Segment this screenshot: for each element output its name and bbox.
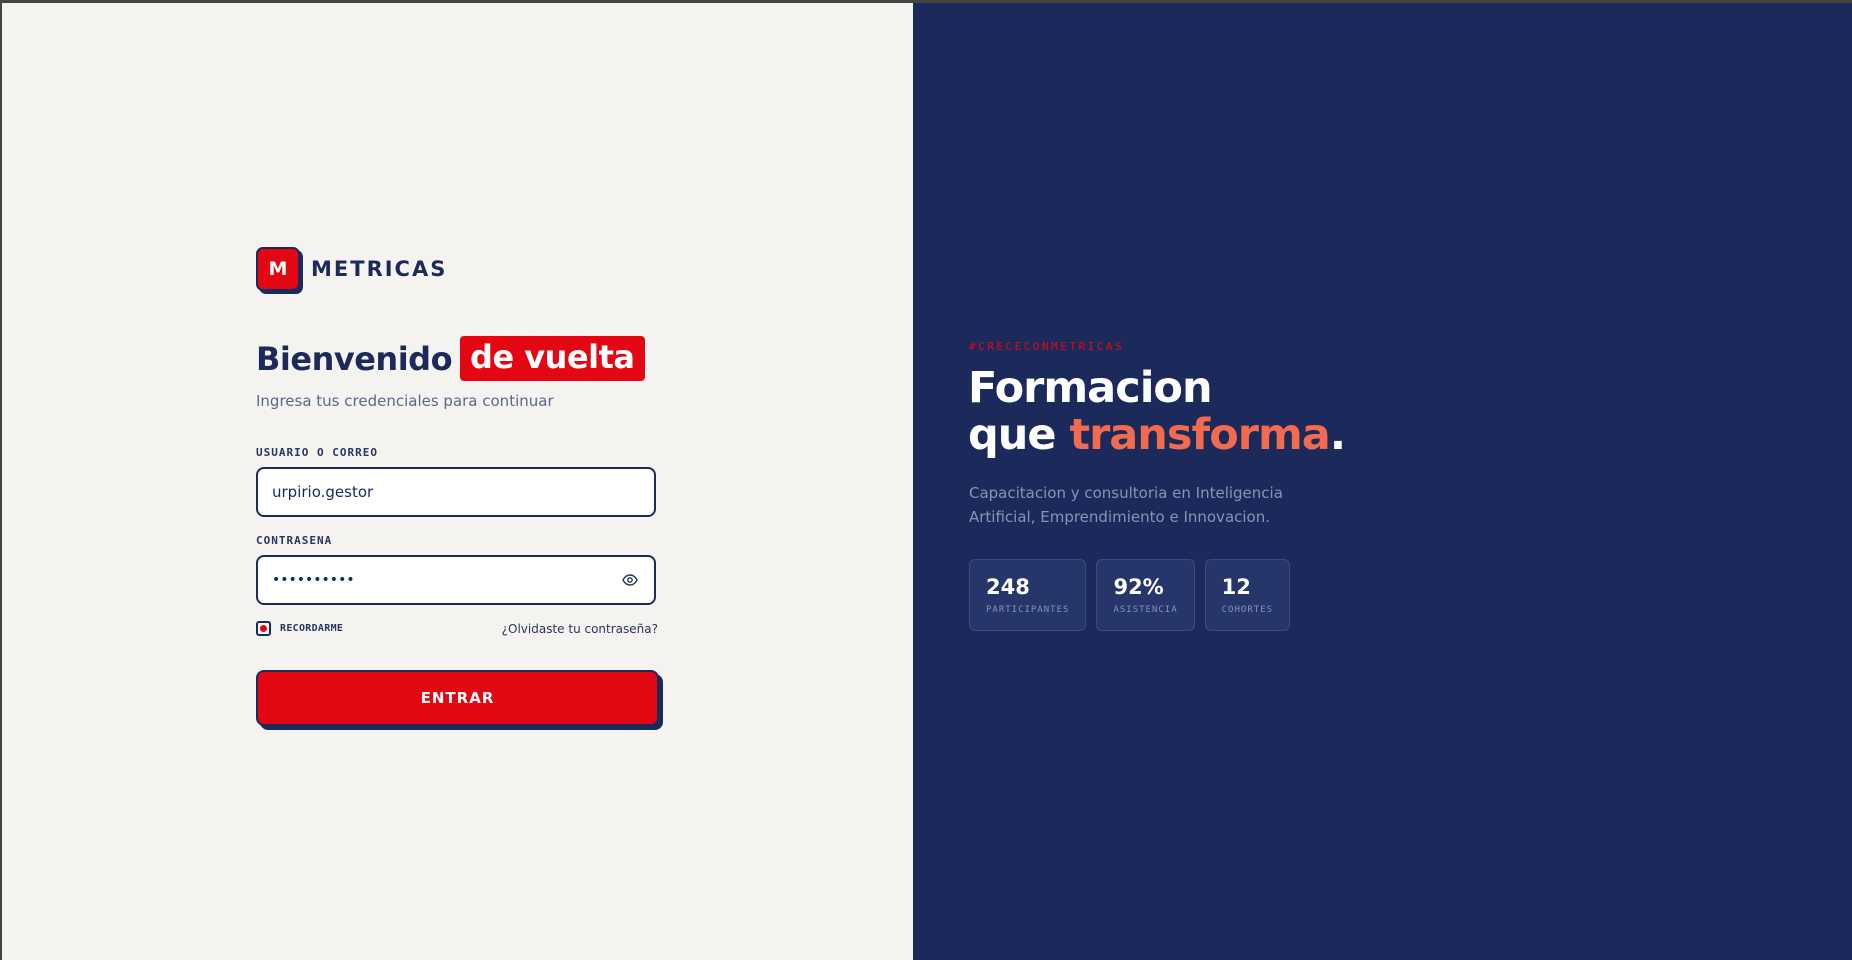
password-field[interactable]: •••••••••• [256,555,656,605]
promo-panel: #CRECECONMETRICAS Formacion que transfor… [913,3,1852,960]
brand: M METRICAS [256,247,447,291]
stat-label: COHORTES [1221,605,1273,615]
brand-logo: M [256,247,300,291]
eye-icon[interactable] [620,570,640,590]
brand-name: METRICAS [311,257,448,281]
checkbox-checked-dot [260,625,267,632]
forgot-password-link[interactable]: ¿Olvidaste tu contraseña? [502,622,658,636]
app-frame: M METRICAS Bienvenido de vuelta Ingresa … [2,3,1852,960]
promo-title: Formacion que transforma. [968,363,1346,460]
password-input[interactable]: •••••••••• [272,572,355,588]
promo-title-line1: Formacion [968,363,1213,413]
title-text: Bienvenido [256,339,453,378]
stat-label: PARTICIPANTES [986,605,1070,615]
promo-description: Capacitacion y consultoria en Inteligenc… [969,484,1283,526]
promo-title-suffix: . [1329,410,1346,460]
checkbox-box[interactable] [256,621,271,636]
login-panel: M METRICAS Bienvenido de vuelta Ingresa … [2,3,913,960]
stat-card: 248 PARTICIPANTES [969,559,1087,631]
promo-hashtag: #CRECECONMETRICAS [969,340,1125,353]
stat-value: 12 [1221,575,1251,599]
page-subtitle: Ingresa tus credenciales para continuar [256,392,554,410]
stat-card: 12 COHORTES [1204,559,1290,631]
stat-card: 92% ASISTENCIA [1096,559,1195,631]
promo-title-prefix: que [968,410,1070,460]
page-title: Bienvenido de vuelta [256,336,645,381]
stats-row: 248 PARTICIPANTES 92% ASISTENCIA 12 COHO… [969,559,1290,631]
stat-value: 92% [1113,575,1164,599]
username-field[interactable] [256,467,656,517]
username-input[interactable] [272,483,640,501]
promo-title-accent: transforma [1069,410,1331,460]
login-options: RECORDARME ¿Olvidaste tu contraseña? [256,621,658,636]
password-label: CONTRASENA [256,534,333,547]
stat-label: ASISTENCIA [1113,605,1178,615]
title-highlight: de vuelta [460,336,645,381]
username-label: USUARIO O CORREO [256,446,378,459]
remember-me-label[interactable]: RECORDARME [280,623,343,634]
stat-value: 248 [986,575,1030,599]
remember-me-checkbox[interactable]: RECORDARME [256,621,343,636]
submit-button[interactable]: ENTRAR [256,670,659,726]
